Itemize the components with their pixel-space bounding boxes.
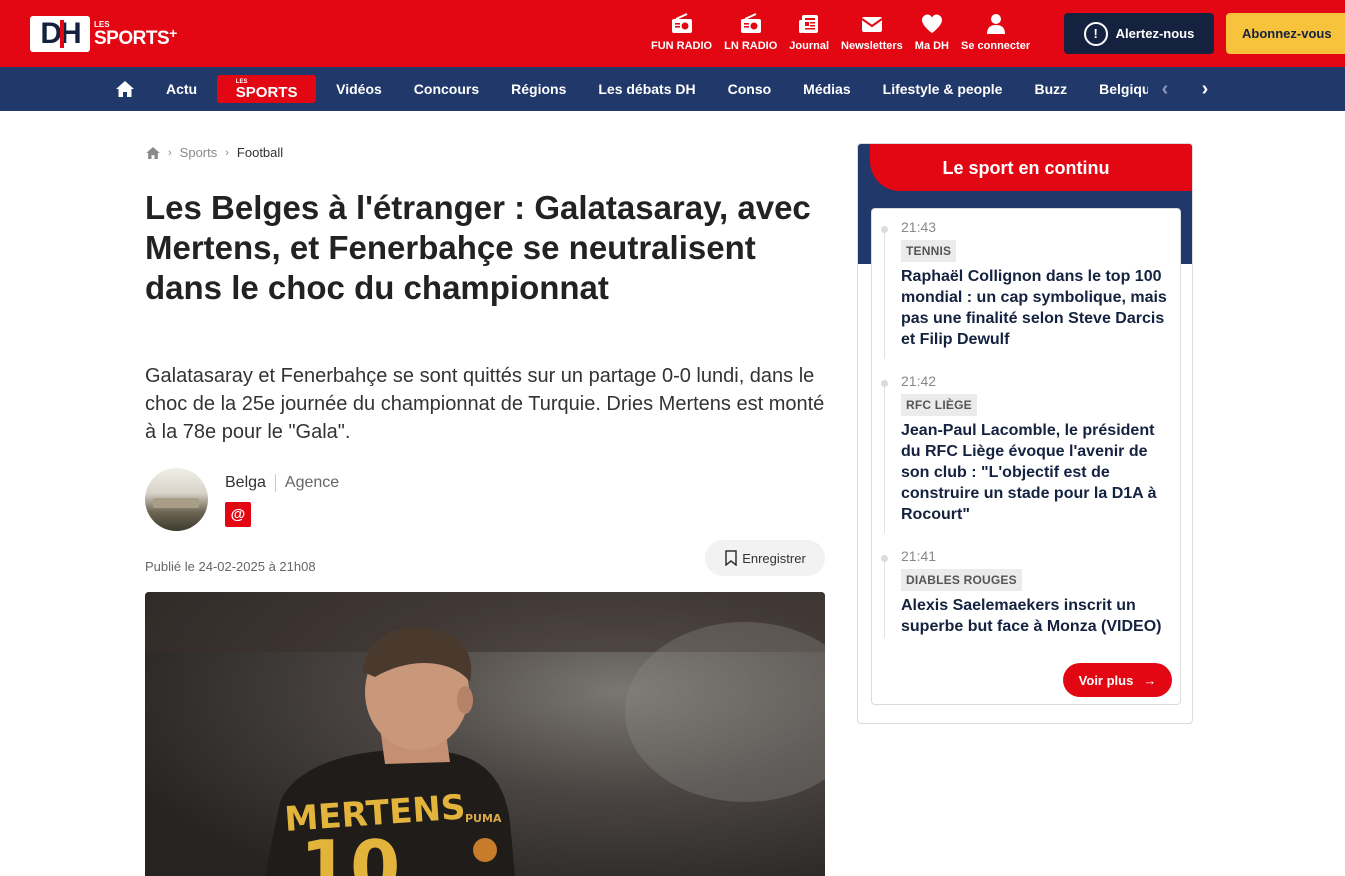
nav-item-videos[interactable]: Vidéos (320, 81, 398, 97)
logo-divider (60, 20, 64, 48)
logo-plus: + (169, 24, 177, 41)
live-item-time: 21:43 (901, 219, 937, 235)
timeline-dot (881, 380, 888, 387)
breadcrumb: › Sports › Football (146, 145, 283, 160)
author-block: Belga Agence @ (145, 468, 339, 531)
nav-scroll: Actu LES SPORTS Vidéos Concours Régions … (0, 67, 1148, 111)
tool-newsletters[interactable]: Newsletters (835, 12, 909, 52)
article-title: Les Belges à l'étranger : Galatasaray, a… (145, 189, 811, 306)
timeline-line (884, 562, 885, 638)
home-icon[interactable] (146, 146, 160, 159)
live-item-time: 21:41 (901, 548, 937, 564)
envelope-icon (861, 17, 883, 32)
alert-icon: ! (1083, 21, 1108, 46)
nav-item-regions[interactable]: Régions (495, 81, 582, 97)
author-name[interactable]: Belga (225, 474, 266, 492)
article-photo[interactable]: MERTENS 10 PUMA (145, 592, 825, 876)
nav-item-buzz[interactable]: Buzz (1018, 81, 1083, 97)
user-icon (986, 14, 1005, 34)
live-feed-card: 21:43 TENNIS Raphaël Collignon dans le t… (871, 208, 1181, 705)
nav-item-conso[interactable]: Conso (712, 81, 788, 97)
live-item-tag[interactable]: DIABLES ROUGES (901, 569, 1022, 591)
nav-sports-big: SPORTS (235, 83, 298, 101)
tool-label: Ma DH (914, 40, 950, 52)
logo-dh-mark: DH (30, 16, 90, 52)
live-item-tag[interactable]: TENNIS (901, 240, 957, 262)
subscribe-label: Abonnez-vous (1242, 26, 1332, 41)
author-info: Belga Agence @ (225, 474, 339, 531)
author-avatar[interactable] (145, 468, 208, 531)
tool-label: Newsletters (841, 40, 903, 52)
heart-icon (921, 14, 942, 33)
live-item-time: 21:42 (901, 373, 937, 389)
tool-fun-radio[interactable]: FUN RADIO (645, 12, 718, 52)
alert-label: Alertez-nous (1115, 26, 1195, 41)
see-more-label: Voir plus (1078, 672, 1134, 688)
save-label: Enregistrer (742, 550, 806, 566)
sidebar-title: Le sport en continu (942, 158, 1110, 178)
tool-ma-dh[interactable]: Ma DH (909, 12, 955, 52)
publish-date: Publié le 24-02-2025 à 21h08 (145, 559, 316, 574)
see-more-button[interactable]: Voir plus → (1063, 663, 1172, 697)
tool-label: Se connecter (961, 40, 1031, 52)
nav-item-concours[interactable]: Concours (398, 81, 495, 97)
logo-sports: SPORTS (94, 27, 170, 49)
save-button[interactable]: Enregistrer (705, 540, 825, 576)
nav-item-actu[interactable]: Actu (150, 81, 213, 97)
tool-label: LN RADIO (724, 40, 778, 52)
breadcrumb-separator: › (168, 146, 172, 159)
header-tools: FUN RADIO LN RADIO Journal Newsletters M… (645, 12, 1036, 52)
nav-item-belgique[interactable]: Belgique (1083, 81, 1148, 97)
jersey-brand-logo: PUMA (465, 812, 502, 825)
timeline-dot (881, 555, 888, 562)
tool-label: Journal (789, 40, 830, 52)
author-role: Agence (284, 474, 340, 491)
live-item-title[interactable]: Raphaël Collignon dans le top 100 mondia… (901, 266, 1176, 350)
site-logo[interactable]: DH LES SPORTS+ (30, 16, 177, 52)
radio-icon (671, 13, 692, 33)
timeline-line (884, 233, 885, 359)
avatar-scene (153, 498, 199, 508)
logo-sports-text: LES SPORTS+ (94, 20, 177, 49)
player-illustration: MERTENS 10 PUMA (145, 592, 825, 876)
nav-prev-arrow[interactable]: ‹ (1153, 77, 1177, 101)
live-item-title[interactable]: Alexis Saelemaekers inscrit un superbe b… (901, 595, 1176, 637)
alert-button[interactable]: ! Alertez-nous (1064, 13, 1214, 54)
breadcrumb-separator: › (225, 146, 229, 159)
nav-item-lifestyle[interactable]: Lifestyle & people (867, 81, 1019, 97)
newspaper-icon (799, 15, 819, 33)
breadcrumb-sports[interactable]: Sports (180, 145, 218, 160)
jersey-number: 10 (300, 825, 400, 876)
top-header: DH LES SPORTS+ FUN RADIO LN RADIO Journa… (0, 0, 1345, 67)
tool-label: FUN RADIO (651, 40, 713, 52)
bookmark-icon (725, 550, 737, 566)
nav-item-debats[interactable]: Les débats DH (582, 81, 711, 97)
author-divider (274, 474, 276, 492)
live-item-title[interactable]: Jean-Paul Lacomble, le président du RFC … (901, 420, 1176, 525)
email-icon[interactable]: @ (225, 502, 251, 527)
live-item-tag[interactable]: RFC LIÈGE (901, 394, 977, 416)
nav-next-arrow[interactable]: › (1193, 77, 1217, 101)
tool-ln-radio[interactable]: LN RADIO (718, 12, 783, 52)
nav-item-medias[interactable]: Médias (787, 81, 866, 97)
live-sidebar: Le sport en continu 21:43 TENNIS Raphaël… (857, 143, 1193, 724)
article-lead: Galatasaray et Fenerbahçe se sont quitté… (145, 365, 825, 443)
home-icon (116, 81, 134, 97)
breadcrumb-football[interactable]: Football (237, 145, 283, 160)
nav-home[interactable] (108, 81, 150, 97)
subscribe-button[interactable]: Abonnez-vous (1226, 13, 1345, 54)
timeline-line (884, 387, 885, 533)
tool-journal[interactable]: Journal (783, 12, 835, 52)
main-nav: Actu LES SPORTS Vidéos Concours Régions … (0, 67, 1345, 111)
radio-icon (740, 13, 761, 33)
arrow-right-icon: → (1143, 672, 1157, 688)
timeline-dot (881, 226, 888, 233)
tool-login[interactable]: Se connecter (955, 12, 1036, 52)
nav-item-sports[interactable]: LES SPORTS (217, 75, 317, 103)
